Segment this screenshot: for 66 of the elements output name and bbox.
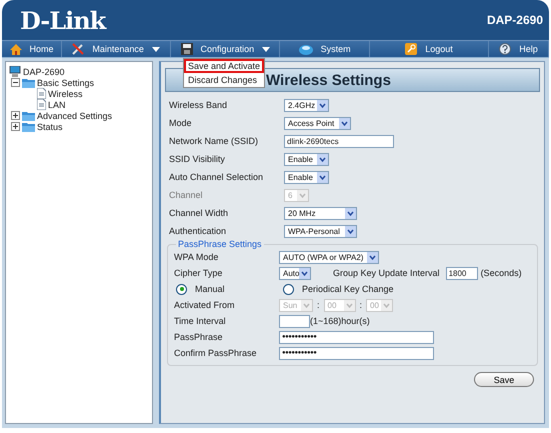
field-label: Channel xyxy=(169,190,204,200)
document-icon xyxy=(37,88,46,99)
hint-text: (1~168)hour(s) xyxy=(310,316,370,326)
key-icon xyxy=(405,43,418,55)
radio-label: Manual xyxy=(195,284,225,294)
radio-label: Periodical Key Change xyxy=(302,284,394,294)
folder-icon xyxy=(22,78,35,88)
tree-item[interactable]: DAP-2690 xyxy=(23,66,65,76)
dropdown[interactable]: WPA-Personal xyxy=(284,224,357,238)
field-label: Authentication xyxy=(169,226,228,236)
tree-item[interactable]: Advanced Settings xyxy=(37,110,112,120)
tree-item[interactable]: Basic Settings xyxy=(37,78,94,88)
house-icon xyxy=(10,44,22,54)
nav-item[interactable]: Configuration xyxy=(171,41,280,57)
field-label: Group Key Update Interval xyxy=(333,268,440,278)
folder-icon xyxy=(22,122,35,132)
menu-item[interactable]: Discard Changes xyxy=(184,73,264,87)
separator: : xyxy=(360,300,362,310)
field-label: Channel Width xyxy=(169,208,230,218)
nav-item[interactable]: Home xyxy=(2,41,62,57)
dropdown[interactable]: 2.4GHz xyxy=(284,98,329,112)
nav-item[interactable]: Help xyxy=(488,41,549,57)
field-label: WPA Mode xyxy=(174,252,220,262)
text-field[interactable]: 1800 xyxy=(446,266,478,280)
dropdown[interactable]: Enable xyxy=(284,170,329,184)
field-label: Confirm PassPhrase xyxy=(174,348,258,358)
expand-icon[interactable] xyxy=(11,111,20,120)
dropdown[interactable]: AUTO (WPA or WPA2) xyxy=(279,250,379,264)
save-button[interactable]: Save xyxy=(474,372,534,387)
document-icon xyxy=(37,99,46,110)
radio-button[interactable] xyxy=(283,284,294,294)
unit-label: (Seconds) xyxy=(480,268,522,278)
field-label: Time Interval xyxy=(174,316,227,326)
logo: D-Link xyxy=(20,6,106,34)
field-label: Mode xyxy=(169,118,193,128)
text-field[interactable] xyxy=(279,314,310,328)
help-icon xyxy=(499,43,512,55)
field-label: Auto Channel Selection xyxy=(169,172,264,182)
expand-icon[interactable] xyxy=(11,122,20,131)
dropdown[interactable]: Auto xyxy=(279,266,311,280)
computer-icon xyxy=(9,66,21,77)
menu-item[interactable]: Save and Activate xyxy=(184,59,264,73)
nav-item[interactable]: System xyxy=(280,41,370,57)
nav-item[interactable]: Logout xyxy=(370,41,489,57)
nav-item[interactable]: Maintenance xyxy=(62,41,172,57)
folder-icon xyxy=(22,110,35,120)
fieldset-legend: PassPhrase Settings xyxy=(176,239,264,249)
field-label: SSID Visibility xyxy=(169,154,226,164)
separator: : xyxy=(317,300,320,310)
globe-icon xyxy=(298,44,313,54)
collapse-icon[interactable] xyxy=(11,78,20,87)
text-field[interactable]: dlink-2690tecs xyxy=(284,134,394,148)
tools-icon xyxy=(72,43,84,55)
field-label: Network Name (SSID) xyxy=(169,136,260,146)
field-label: PassPhrase xyxy=(174,332,224,342)
tree-item[interactable]: LAN xyxy=(48,100,66,110)
model-name: DAP-2690 xyxy=(486,13,543,27)
dropdown[interactable]: 20 MHz xyxy=(284,206,357,220)
tree-item[interactable]: Status xyxy=(37,122,63,132)
radio-button[interactable] xyxy=(176,284,187,294)
field-label: Wireless Band xyxy=(169,100,228,110)
tree-item[interactable]: Wireless xyxy=(48,88,83,98)
field-label: Cipher Type xyxy=(174,268,224,278)
dropdown[interactable]: Access Point xyxy=(284,116,351,130)
field-label: Activated From xyxy=(174,300,236,310)
dropdown[interactable]: Enable xyxy=(284,152,329,166)
